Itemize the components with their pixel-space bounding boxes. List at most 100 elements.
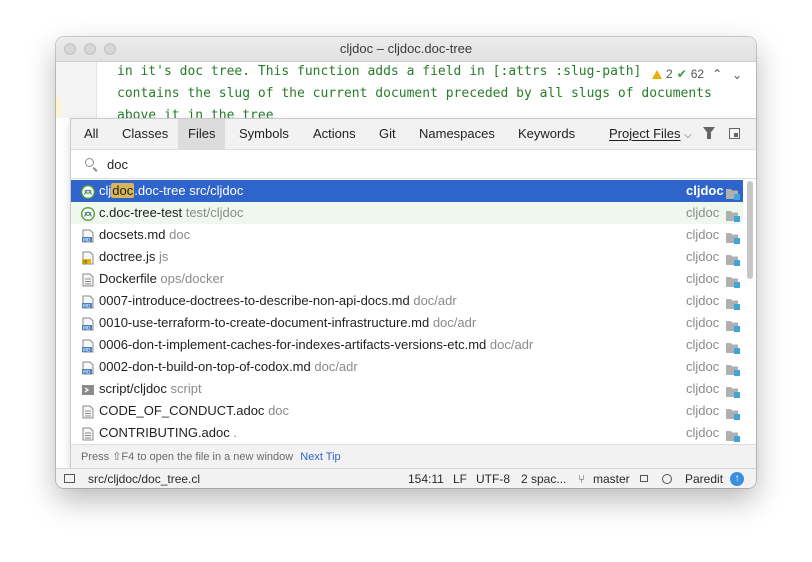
results-list: cljdoc.doc-tree src/cljdoc cljdoc c.doc-tr…: [71, 179, 756, 443]
status-bar: src/cljdoc/doc_tree.cl 154:11 LF UTF-8 2…: [56, 468, 756, 488]
result-name: Dockerfile ops/docker: [99, 268, 224, 290]
inspection-status-icon[interactable]: [662, 474, 672, 484]
result-row[interactable]: JS doctree.js js cljdoc: [71, 246, 743, 268]
tab-all[interactable]: All: [74, 119, 108, 149]
result-path: doc/adr: [413, 293, 457, 308]
result-row[interactable]: MD docsets.md doc cljdoc: [71, 224, 743, 246]
result-row[interactable]: script/cljdoc script cljdoc: [71, 378, 743, 400]
search-icon: [85, 158, 94, 167]
module-folder-icon: [726, 229, 740, 244]
result-row[interactable]: Dockerfile ops/docker cljdoc: [71, 268, 743, 290]
status-indent[interactable]: 2 spac...: [521, 469, 566, 488]
panel-toggle-icon[interactable]: [64, 474, 75, 483]
svg-text:MD: MD: [83, 369, 91, 375]
markdown-file-icon: MD: [81, 316, 95, 331]
result-project: cljdoc: [686, 315, 720, 330]
result-name: 0010-use-terraform-to-create-document-in…: [99, 312, 476, 334]
warning-icon: [652, 69, 662, 79]
scope-dropdown[interactable]: Project Files ⌵: [609, 119, 692, 149]
result-row[interactable]: cljdoc.doc-tree src/cljdoc cljdoc: [71, 180, 743, 202]
result-path: test/cljdoc: [185, 205, 244, 220]
result-name-text: docsets.md: [99, 227, 166, 242]
markdown-file-icon: MD: [81, 360, 95, 375]
result-path: doc/adr: [314, 359, 358, 374]
search-bar: [71, 150, 756, 179]
pin-window-icon[interactable]: [729, 128, 740, 139]
result-path: .: [233, 425, 237, 440]
result-project: cljdoc: [686, 205, 720, 220]
title-bar: cljdoc – cljdoc.doc-tree: [56, 37, 756, 62]
result-project: cljdoc: [686, 271, 720, 286]
result-row[interactable]: MD 0006-don-t-implement-caches-for-indexe…: [71, 334, 743, 356]
result-name: 0002-don-t-build-on-top-of-codox.md doc/…: [99, 356, 358, 378]
lock-icon[interactable]: [640, 475, 648, 482]
result-project: cljdoc: [686, 293, 720, 308]
result-name-text: clj: [99, 183, 112, 198]
code-editor[interactable]: in it's doc tree. This function adds a f…: [56, 62, 756, 123]
result-row[interactable]: c.doc-tree-test test/cljdoc cljdoc: [71, 202, 743, 224]
inspection-widget[interactable]: 2 ✔ 62 ⌃ ⌃: [648, 64, 756, 84]
module-folder-icon: [726, 383, 740, 398]
tab-actions[interactable]: Actions: [303, 119, 366, 149]
result-path: doc/adr: [432, 315, 477, 330]
result-project: cljdoc: [686, 381, 720, 396]
result-name-text: 0010-use-terraform-to-create-document-in…: [99, 315, 430, 330]
markdown-file-icon: MD: [81, 228, 95, 243]
search-input[interactable]: [107, 154, 727, 174]
chevron-up-icon[interactable]: ⌃: [712, 67, 722, 81]
module-folder-icon: [726, 185, 740, 200]
tab-namespaces[interactable]: Namespaces: [409, 119, 505, 149]
next-tip-link[interactable]: Next Tip: [300, 451, 340, 463]
svg-text:MD: MD: [83, 303, 91, 309]
module-folder-icon: [726, 251, 740, 266]
module-folder-icon: [726, 339, 740, 354]
tip-text: Press ⇧F4 to open the file in a new wind…: [81, 451, 294, 463]
tab-git[interactable]: Git: [369, 119, 406, 149]
tab-keywords[interactable]: Keywords: [508, 119, 585, 149]
result-name-text: CODE_OF_CONDUCT.adoc: [99, 403, 265, 418]
result-row[interactable]: MD 0010-use-terraform-to-create-document-…: [71, 312, 743, 334]
result-row[interactable]: MD 0007-introduce-doctrees-to-describe-no…: [71, 290, 743, 312]
code-line: contains the slug of the current documen…: [117, 86, 712, 101]
check-icon: ✔: [676, 67, 687, 81]
result-name: script/cljdoc script: [99, 378, 202, 400]
result-name: c.doc-tree-test test/cljdoc: [99, 202, 244, 224]
tab-classes[interactable]: Classes: [112, 119, 178, 149]
status-paredit[interactable]: Paredit: [685, 469, 723, 488]
result-name-text: script/cljdoc: [99, 381, 167, 396]
module-folder-icon: [726, 405, 740, 420]
text-file-icon: [81, 404, 95, 419]
result-project: cljdoc: [686, 425, 720, 440]
result-project: cljdoc: [686, 227, 720, 242]
result-name: doctree.js js: [99, 246, 168, 268]
status-encoding[interactable]: UTF-8: [476, 469, 510, 488]
status-branch[interactable]: master: [593, 469, 630, 488]
clojure-namespace-icon: [80, 206, 96, 222]
update-icon[interactable]: ↑: [730, 472, 744, 486]
chevron-down-icon[interactable]: ⌃: [732, 67, 742, 81]
tab-files[interactable]: Files: [178, 119, 226, 149]
svg-text:MD: MD: [83, 325, 91, 331]
result-project: cljdoc: [686, 183, 724, 198]
result-project: cljdoc: [686, 403, 720, 418]
results-scrollbar[interactable]: [747, 181, 753, 279]
result-name-text: .doc-tree: [134, 183, 186, 198]
result-path: js: [159, 249, 169, 264]
result-row[interactable]: CONTRIBUTING.adoc . cljdoc: [71, 422, 743, 443]
module-folder-icon: [726, 317, 740, 332]
status-position[interactable]: 154:11: [408, 469, 444, 488]
result-name: CODE_OF_CONDUCT.adoc doc: [99, 400, 289, 422]
result-name-text: Dockerfile: [99, 271, 157, 286]
result-project: cljdoc: [686, 249, 720, 264]
result-name: docsets.md doc: [99, 224, 190, 246]
svg-text:MD: MD: [83, 237, 91, 243]
result-row[interactable]: MD 0002-don-t-build-on-top-of-codox.md do…: [71, 356, 743, 378]
tab-symbols[interactable]: Symbols: [229, 119, 299, 149]
result-name-text: 0002-don-t-build-on-top-of-codox.md: [99, 359, 311, 374]
text-file-icon: [81, 426, 95, 441]
check-count: 62: [690, 67, 705, 81]
result-row[interactable]: CODE_OF_CONDUCT.adoc doc cljdoc: [71, 400, 743, 422]
status-line-separator[interactable]: LF: [453, 469, 467, 488]
status-file-path[interactable]: src/cljdoc/doc_tree.cl: [88, 469, 200, 488]
search-tabs: All Classes Files Symbols Actions Git Na…: [71, 119, 756, 150]
